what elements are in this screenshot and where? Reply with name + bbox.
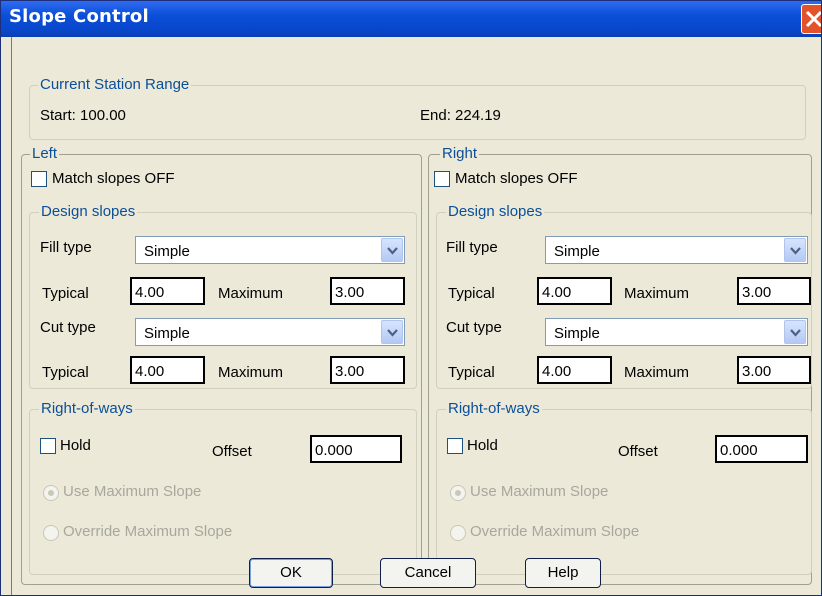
left-legend: Left <box>30 145 60 162</box>
left-cut-maximum-input[interactable] <box>330 356 405 384</box>
left-cut-type-value: Simple <box>144 325 190 342</box>
right-cut-maximum-label: Maximum <box>624 364 690 381</box>
chevron-down-icon <box>790 247 801 255</box>
left-hold-checkbox[interactable] <box>40 438 56 454</box>
left-cut-typical-label: Typical <box>42 364 89 381</box>
left-fill-type-value: Simple <box>144 243 190 260</box>
chevron-down-icon <box>790 329 801 337</box>
right-legend: Right <box>440 145 480 162</box>
station-end: End: 224.19 <box>420 107 501 124</box>
window-title: Slope Control <box>9 6 149 27</box>
right-match-slopes-checkbox[interactable] <box>434 171 450 187</box>
station-range-group <box>29 85 806 140</box>
right-fill-type-value: Simple <box>554 243 600 260</box>
right-hold-label: Hold <box>467 437 498 454</box>
left-use-max-slope-radio[interactable] <box>43 485 59 501</box>
right-cut-type-value: Simple <box>554 325 600 342</box>
left-hold-label: Hold <box>60 437 91 454</box>
left-design-slopes-legend: Design slopes <box>39 203 138 220</box>
left-fill-type-select[interactable]: Simple <box>135 236 405 264</box>
left-use-max-slope-label: Use Maximum Slope <box>63 483 202 500</box>
right-offset-label: Offset <box>618 443 658 460</box>
right-offset-input[interactable] <box>715 435 808 463</box>
station-start: Start: 100.00 <box>40 107 126 124</box>
left-match-slopes-label: Match slopes OFF <box>52 170 175 187</box>
right-cut-maximum-input[interactable] <box>737 356 811 384</box>
right-fill-type-label: Fill type <box>446 239 498 256</box>
left-fill-typical-input[interactable] <box>130 277 205 305</box>
cancel-button[interactable]: Cancel <box>380 558 476 588</box>
right-fill-typical-label: Typical <box>448 285 495 302</box>
left-fill-type-label: Fill type <box>40 239 92 256</box>
right-match-slopes-label: Match slopes OFF <box>455 170 578 187</box>
right-use-max-slope-radio[interactable] <box>450 485 466 501</box>
chevron-down-icon <box>387 329 398 337</box>
left-cut-maximum-label: Maximum <box>218 364 284 381</box>
right-override-max-slope-radio[interactable] <box>450 525 466 541</box>
close-icon <box>805 10 821 28</box>
right-fill-maximum-input[interactable] <box>737 277 811 305</box>
right-cut-type-label: Cut type <box>446 319 502 336</box>
left-fill-typical-label: Typical <box>42 285 89 302</box>
left-offset-input[interactable] <box>310 435 402 463</box>
right-fill-maximum-label: Maximum <box>624 285 690 302</box>
right-fill-type-select[interactable]: Simple <box>545 236 808 264</box>
title-bar[interactable]: Slope Control <box>1 1 821 37</box>
help-button[interactable]: Help <box>525 558 601 588</box>
right-right-of-ways-legend: Right-of-ways <box>446 400 542 417</box>
left-cut-typical-input[interactable] <box>130 356 205 384</box>
left-fill-maximum-label: Maximum <box>218 285 284 302</box>
left-right-of-ways-legend: Right-of-ways <box>39 400 135 417</box>
left-cut-type-label: Cut type <box>40 319 96 336</box>
left-cut-type-dropdown[interactable] <box>381 320 403 344</box>
left-override-max-slope-radio[interactable] <box>43 525 59 541</box>
left-override-max-slope-label: Override Maximum Slope <box>63 523 233 540</box>
right-cut-type-dropdown[interactable] <box>784 320 806 344</box>
left-cut-type-select[interactable]: Simple <box>135 318 405 346</box>
chevron-down-icon <box>387 247 398 255</box>
left-fill-maximum-input[interactable] <box>330 277 405 305</box>
left-fill-type-dropdown[interactable] <box>381 238 403 262</box>
right-cut-typical-label: Typical <box>448 364 495 381</box>
dialog-body: Current Station Range Start: 100.00 End:… <box>11 37 812 595</box>
right-use-max-slope-label: Use Maximum Slope <box>470 483 609 500</box>
station-range-legend: Current Station Range <box>38 76 192 93</box>
ok-button[interactable]: OK <box>249 558 333 588</box>
right-fill-typical-input[interactable] <box>537 277 612 305</box>
right-cut-type-select[interactable]: Simple <box>545 318 808 346</box>
close-button[interactable] <box>801 4 821 34</box>
left-offset-label: Offset <box>212 443 252 460</box>
right-cut-typical-input[interactable] <box>537 356 612 384</box>
right-design-slopes-legend: Design slopes <box>446 203 545 220</box>
right-fill-type-dropdown[interactable] <box>784 238 806 262</box>
left-match-slopes-checkbox[interactable] <box>31 171 47 187</box>
right-override-max-slope-label: Override Maximum Slope <box>470 523 640 540</box>
slope-control-dialog: Slope Control Current Station Range Star… <box>0 0 822 596</box>
right-hold-checkbox[interactable] <box>447 438 463 454</box>
